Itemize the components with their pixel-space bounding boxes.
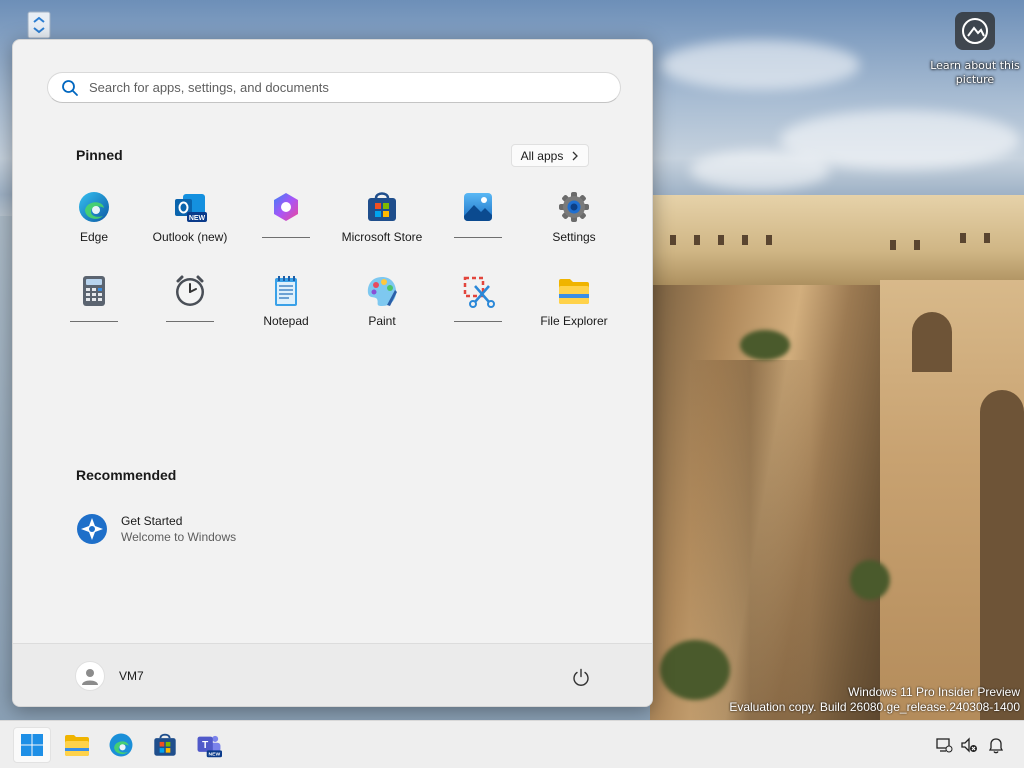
- user-account-button[interactable]: VM7: [75, 660, 144, 692]
- bridge: [880, 280, 1024, 720]
- app-label-placeholder: [454, 237, 502, 238]
- app-label: Notepad: [263, 314, 309, 328]
- window: [718, 235, 724, 245]
- teams-icon: T NEW: [197, 735, 222, 758]
- outlook-icon: NEW: [173, 190, 207, 224]
- all-apps-button[interactable]: All apps: [511, 144, 589, 167]
- svg-text:NEW: NEW: [189, 215, 206, 222]
- svg-text:T: T: [202, 740, 208, 751]
- recycle-bin-icon[interactable]: [22, 10, 56, 40]
- town-buildings: [650, 195, 1024, 290]
- settings-icon: [557, 190, 591, 224]
- notification-icon[interactable]: [986, 735, 1006, 755]
- app-label-placeholder: [262, 237, 310, 238]
- start-menu-footer: VM7: [13, 643, 652, 706]
- pinned-app-file-explorer[interactable]: File Explorer: [526, 264, 622, 344]
- snipping-tool-icon: [461, 274, 495, 308]
- user-name: VM7: [119, 669, 144, 683]
- store-icon: [154, 733, 176, 756]
- window: [890, 240, 896, 250]
- taskbar-edge[interactable]: [102, 727, 140, 763]
- learn-about-picture-label[interactable]: Learn about this picture: [930, 59, 1020, 87]
- chevron-right-icon: [572, 151, 579, 160]
- window: [914, 240, 920, 250]
- notepad-icon: [269, 274, 303, 308]
- pinned-app-microsoft-store[interactable]: Microsoft Store: [334, 180, 430, 260]
- app-label-placeholder: [454, 321, 502, 322]
- app-label: Paint: [368, 314, 396, 328]
- window: [670, 235, 676, 245]
- edge-icon: [109, 733, 133, 757]
- app-label-placeholder: [70, 321, 118, 322]
- pinned-app-outlook[interactable]: NEW Outlook (new): [142, 180, 238, 260]
- file-explorer-icon: [65, 735, 89, 756]
- photos-icon: [461, 190, 495, 224]
- recommended-item-get-started[interactable]: Get Started Welcome to Windows: [75, 510, 335, 548]
- clock-icon: [173, 274, 207, 308]
- copilot-icon: [269, 190, 303, 224]
- pinned-app-calculator[interactable]: [46, 264, 142, 344]
- taskbar: T NEW: [0, 720, 1024, 768]
- app-label: Outlook (new): [152, 230, 228, 244]
- store-icon: [365, 190, 399, 224]
- search-icon: [62, 79, 78, 96]
- cloud: [690, 150, 830, 190]
- search-input[interactable]: [89, 80, 589, 95]
- app-label: Edge: [79, 230, 109, 244]
- pinned-app-notepad[interactable]: Notepad: [238, 264, 334, 344]
- volume-muted-icon[interactable]: [959, 735, 979, 755]
- start-menu: Pinned All apps Edge: [12, 39, 653, 707]
- window: [694, 235, 700, 245]
- bridge-arch: [912, 312, 952, 372]
- app-label: File Explorer: [540, 314, 608, 328]
- start-button[interactable]: [13, 727, 51, 763]
- cloud: [660, 40, 860, 90]
- bridge-arch: [980, 390, 1024, 720]
- recommended-item-subtitle: Welcome to Windows: [121, 529, 237, 544]
- taskbar-microsoft-store[interactable]: [146, 727, 184, 763]
- taskbar-teams[interactable]: T NEW: [190, 727, 228, 763]
- start-icon: [21, 734, 43, 756]
- pinned-app-edge[interactable]: Edge: [46, 180, 142, 260]
- get-started-icon: [77, 514, 107, 544]
- app-label: Settings: [552, 230, 596, 244]
- recommended-title: Recommended: [76, 467, 177, 483]
- power-icon: [573, 668, 589, 686]
- start-search-box[interactable]: [47, 72, 621, 103]
- build-watermark: Windows 11 Pro Insider Preview Evaluatio…: [729, 685, 1020, 715]
- network-icon[interactable]: [934, 735, 954, 755]
- pinned-app-copilot[interactable]: [238, 180, 334, 260]
- pinned-app-photos[interactable]: [430, 180, 526, 260]
- watermark-line-1: Windows 11 Pro Insider Preview: [848, 685, 1020, 699]
- file-explorer-icon: [557, 274, 591, 308]
- edge-icon: [77, 190, 111, 224]
- user-icon: [82, 669, 98, 685]
- taskbar-file-explorer[interactable]: [58, 727, 96, 763]
- avatar: [75, 661, 105, 691]
- window: [984, 233, 990, 243]
- pinned-app-settings[interactable]: Settings: [526, 180, 622, 260]
- pinned-app-paint[interactable]: Paint: [334, 264, 430, 344]
- greenery: [740, 330, 790, 360]
- learn-about-picture-icon[interactable]: [955, 12, 995, 50]
- greenery: [660, 640, 730, 700]
- calculator-icon: [77, 274, 111, 308]
- svg-text:NEW: NEW: [209, 752, 221, 758]
- all-apps-label: All apps: [520, 148, 564, 163]
- app-label-placeholder: [166, 321, 214, 322]
- pinned-title: Pinned: [76, 147, 123, 163]
- greenery: [850, 560, 890, 600]
- power-button[interactable]: [569, 665, 593, 689]
- app-label: Microsoft Store: [341, 230, 423, 244]
- window: [960, 233, 966, 243]
- pinned-app-snipping-tool[interactable]: [430, 264, 526, 344]
- recommended-item-title: Get Started: [121, 513, 183, 528]
- pinned-app-clock[interactable]: [142, 264, 238, 344]
- watermark-line-2: Evaluation copy. Build 26080.ge_release.…: [729, 700, 1020, 714]
- window: [742, 235, 748, 245]
- window: [766, 235, 772, 245]
- paint-icon: [365, 274, 399, 308]
